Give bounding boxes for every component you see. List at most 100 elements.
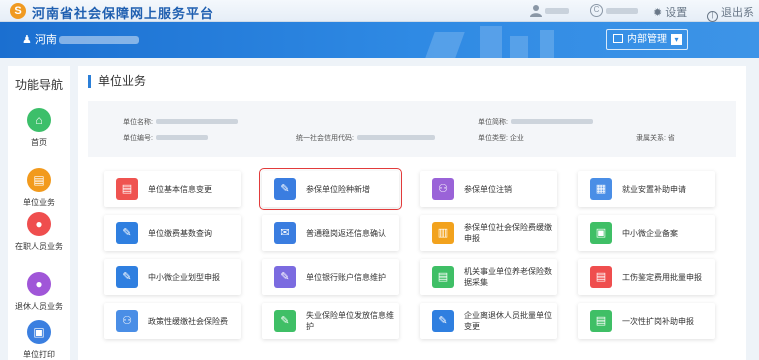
business-card[interactable]: ✎ 单位缴费基数查询 <box>104 215 241 251</box>
business-card-icon: ⚇ <box>432 178 454 200</box>
short-name-value-redacted <box>510 119 593 124</box>
business-card-icon: ⚇ <box>116 310 138 332</box>
sidebar-item-label: 单位业务 <box>23 198 55 207</box>
business-card[interactable]: ▣ 中小微企业备案 <box>578 215 715 251</box>
business-card-label: 中小微企业划型申报 <box>148 272 220 282</box>
business-card-label: 一次性扩岗补助申报 <box>622 316 694 326</box>
unit-type-value: 企业 <box>509 135 524 142</box>
business-card-icon: ✎ <box>274 178 296 200</box>
unit-type-field: 单位类型: 企业 <box>478 133 524 143</box>
sidebar-item[interactable]: ▤ 单位业务 <box>8 168 70 218</box>
business-card-icon: ✎ <box>274 310 296 332</box>
function-nav-sidebar: 功能导航 ⌂ 首页 ▤ 单位业务 ● 在职人员业务 ● 退休人员业务 ▣ 单位打印 <box>8 66 70 360</box>
business-card[interactable]: ⚇ 参保单位注销 <box>420 171 557 207</box>
unit-name-field: 单位名称: <box>123 117 238 127</box>
management-icon <box>613 34 623 43</box>
banner-user-prefix: 河南 <box>34 34 57 46</box>
credit-code-label: 统一社会信用代码: <box>296 135 354 142</box>
short-name-field: 单位简称: <box>478 117 593 127</box>
business-card[interactable]: ✎ 单位银行账户信息维护 <box>262 259 399 295</box>
unit-type-label: 单位类型: <box>478 135 508 142</box>
nav-title: 功能导航 <box>14 78 63 92</box>
top-user-name-redacted <box>545 8 569 14</box>
unit-code-value-redacted <box>155 135 208 140</box>
site-title: 河南省社会保障网上服务平台 <box>32 6 215 21</box>
business-card[interactable]: ▤ 一次性扩岗补助申报 <box>578 303 715 339</box>
page-title: 单位业务 <box>88 75 146 88</box>
business-card[interactable]: ✉ 普通稳岗返还信息确认 <box>262 215 399 251</box>
business-card-label: 政策性缓缴社会保险费 <box>148 316 228 326</box>
banner-decoration <box>480 26 502 58</box>
gear-icon: ✹ <box>653 7 663 19</box>
short-name-label: 单位简称: <box>478 119 508 126</box>
app-window: S 河南省社会保障网上服务平台 C ✹设置 |退出系统 ♟ 河南 内部管理 ▾ <box>0 0 759 360</box>
sidebar-item[interactable]: ● 退休人员业务 <box>8 272 70 322</box>
business-card-icon: ▦ <box>590 178 612 200</box>
unit-name-label: 单位名称: <box>123 119 153 126</box>
sidebar-item-icon: ● <box>27 272 51 296</box>
business-card-label: 参保单位注销 <box>464 184 512 194</box>
business-card[interactable]: ✎ 失业保险单位发放信息维护 <box>262 303 399 339</box>
business-card[interactable]: ▤ 工伤鉴定费用批量申报 <box>578 259 715 295</box>
user-banner: ♟ 河南 内部管理 ▾ <box>0 22 759 58</box>
business-card-label: 企业离退休人员批量单位变更 <box>464 311 552 331</box>
business-card-icon: ✎ <box>274 266 296 288</box>
settings-link[interactable]: ✹ 设置 <box>653 4 687 20</box>
user-icon <box>530 5 542 17</box>
site-logo-icon: S <box>10 3 26 19</box>
unit-name-value-redacted <box>155 119 238 124</box>
internal-management-button[interactable]: 内部管理 ▾ <box>606 29 688 50</box>
chevron-down-icon[interactable]: ▾ <box>671 34 682 45</box>
business-card-label: 机关事业单位养老保险数据采集 <box>464 267 552 287</box>
sidebar-item-icon: ⌂ <box>27 108 51 132</box>
business-card-icon: ▥ <box>432 222 454 244</box>
settings-label: 设置 <box>665 7 688 19</box>
business-card-label: 单位缴费基数查询 <box>148 228 212 238</box>
business-card-icon: ▤ <box>116 178 138 200</box>
business-card[interactable]: ✎ 中小微企业划型申报 <box>104 259 241 295</box>
org-icon: C <box>590 4 603 17</box>
business-card-label: 单位银行账户信息维护 <box>306 272 386 282</box>
business-card-icon: ▣ <box>590 222 612 244</box>
business-card[interactable]: ⚇ 政策性缓缴社会保险费 <box>104 303 241 339</box>
business-card-icon: ▤ <box>590 266 612 288</box>
business-card[interactable]: ✎ 企业离退休人员批量单位变更 <box>420 303 557 339</box>
banner-user: ♟ 河南 <box>22 31 139 47</box>
top-org-name-redacted <box>606 8 638 14</box>
business-card[interactable]: ▤ 机关事业单位养老保险数据采集 <box>420 259 557 295</box>
affiliation-field: 隶属关系: 省 <box>636 133 675 143</box>
business-card-label: 工伤鉴定费用批量申报 <box>622 272 702 282</box>
business-card-label: 普通稳岗返还信息确认 <box>306 228 386 238</box>
business-card-icon: ▤ <box>590 310 612 332</box>
banner-user-name-redacted <box>58 36 139 44</box>
credit-code-field: 统一社会信用代码: <box>296 133 435 143</box>
unit-code-label: 单位编号: <box>123 135 153 142</box>
business-card[interactable]: ▤ 单位基本信息变更 <box>104 171 241 207</box>
business-card-icon: ✎ <box>432 310 454 332</box>
unit-code-field: 单位编号: <box>123 133 208 143</box>
affiliation-label: 隶属关系: <box>636 135 666 142</box>
top-bar: S 河南省社会保障网上服务平台 C ✹设置 |退出系统 <box>0 0 759 37</box>
business-card[interactable]: ▥ 参保单位社会保险费缓缴申报 <box>420 215 557 251</box>
sidebar-item[interactable]: ▣ 单位打印 <box>8 320 70 360</box>
unit-info-box: 单位名称: 单位编号: 统一社会信用代码: 单位简称: 单位类型: 企业 隶属关… <box>88 101 736 157</box>
business-card-label: 参保单位险种新增 <box>306 184 370 194</box>
business-card-icon: ✎ <box>116 266 138 288</box>
business-card-icon: ✎ <box>116 222 138 244</box>
business-card-label: 就业安置补助申请 <box>622 184 686 194</box>
business-card[interactable]: ✎ 参保单位险种新增 <box>259 168 402 210</box>
sidebar-item[interactable]: ⌂ 首页 <box>8 108 70 158</box>
sidebar-item-label: 退休人员业务 <box>15 302 63 311</box>
sidebar-item-icon: ▣ <box>27 320 51 344</box>
banner-decoration <box>510 36 528 58</box>
sidebar-item[interactable]: ● 在职人员业务 <box>8 212 70 262</box>
power-icon: | <box>707 11 718 22</box>
business-card-icon: ✉ <box>274 222 296 244</box>
business-card-label: 失业保险单位发放信息维护 <box>306 311 394 331</box>
internal-management-label: 内部管理 <box>627 34 667 45</box>
sidebar-item-icon: ▤ <box>27 168 51 192</box>
sidebar-item-label: 单位打印 <box>23 350 55 359</box>
business-card-label: 单位基本信息变更 <box>148 184 212 194</box>
sidebar-item-label: 在职人员业务 <box>15 242 63 251</box>
business-card[interactable]: ▦ 就业安置补助申请 <box>578 171 715 207</box>
